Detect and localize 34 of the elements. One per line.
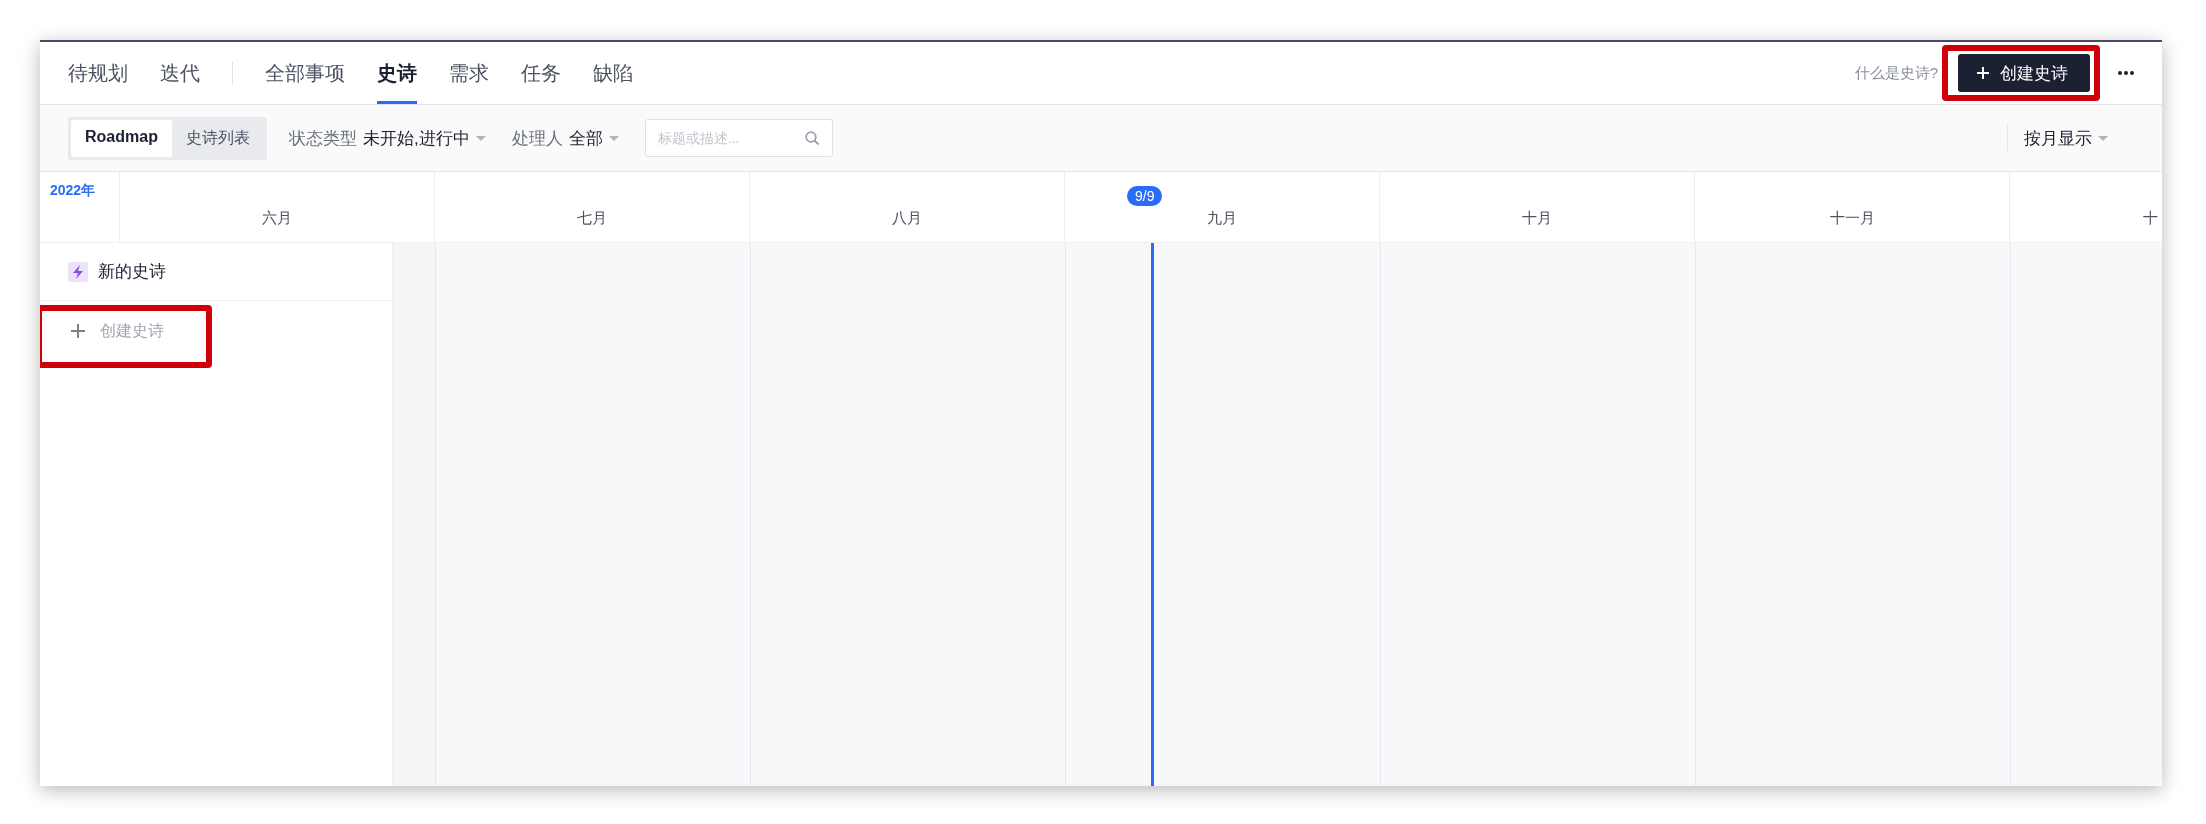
- nav-tab[interactable]: 全部事项: [265, 42, 345, 104]
- filter-label: 状态类型: [288, 127, 357, 150]
- caret-icon: [2098, 135, 2108, 141]
- plus-icon: [1976, 66, 1990, 80]
- plus-icon: [70, 323, 86, 339]
- month-label: 十一月: [1829, 209, 1875, 228]
- view-option[interactable]: 史诗列表: [171, 119, 264, 157]
- filter-label: 处理人: [511, 127, 563, 150]
- nav-tab[interactable]: 迭代: [160, 42, 200, 104]
- nav-tab[interactable]: 待规划: [68, 42, 128, 104]
- nav-tab[interactable]: 任务: [521, 42, 561, 104]
- month-label: 八月: [892, 209, 922, 228]
- display-mode-dropdown[interactable]: 按月显示: [2024, 126, 2092, 150]
- filter-dropdown[interactable]: 未开始,进行中: [362, 126, 470, 150]
- nav-tab[interactable]: 需求: [449, 42, 489, 104]
- more-icon[interactable]: [2118, 71, 2134, 75]
- caret-icon: [608, 135, 619, 141]
- month-label: 十: [2143, 209, 2158, 228]
- search-icon: [804, 131, 819, 145]
- month-label: 九月: [1207, 209, 1237, 228]
- epic-row[interactable]: 新的史诗: [40, 243, 392, 301]
- search-field[interactable]: 标题或描述...: [644, 119, 833, 157]
- month-label: 七月: [577, 209, 607, 228]
- epic-title: 新的史诗: [98, 261, 166, 283]
- year-label: 2022年: [50, 182, 96, 198]
- month-label: 十月: [1522, 209, 1552, 228]
- create-epic-button[interactable]: 创建史诗: [1958, 54, 2090, 92]
- month-label: 六月: [262, 209, 292, 228]
- view-option[interactable]: Roadmap: [71, 119, 172, 157]
- filter-dropdown[interactable]: 全部: [568, 126, 603, 150]
- caret-icon: [475, 135, 486, 141]
- nav-tab[interactable]: 缺陷: [593, 42, 633, 104]
- today-badge: 9/9: [1127, 186, 1163, 206]
- lightning-icon: [68, 261, 88, 282]
